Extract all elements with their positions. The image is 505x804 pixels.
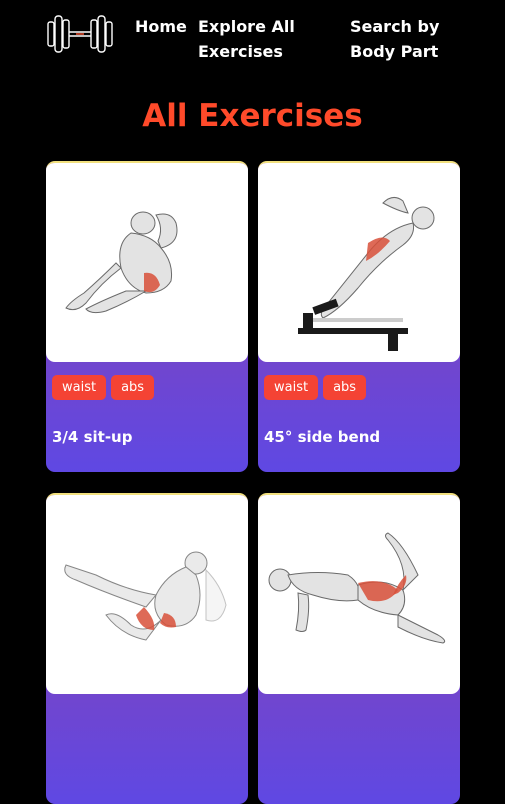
- exercise-card[interactable]: [46, 493, 248, 804]
- air-bike-illustration-icon: [64, 551, 227, 641]
- exercise-card[interactable]: waist abs 45° side bend: [258, 161, 460, 472]
- exercise-image: [258, 495, 460, 694]
- tag-list: waist abs: [52, 375, 159, 403]
- exercise-card[interactable]: waist abs 3/4 sit-up: [46, 161, 248, 472]
- sit-up-illustration-icon: [65, 211, 178, 314]
- exercise-card[interactable]: [258, 493, 460, 804]
- nav-home-link[interactable]: Home: [135, 14, 190, 39]
- nav-search-body-part-link[interactable]: Search by Body Part: [350, 14, 490, 64]
- exercise-image: [46, 163, 248, 362]
- tag-waist[interactable]: waist: [264, 375, 319, 400]
- tag-abs[interactable]: abs: [323, 375, 367, 400]
- exercise-image: [258, 163, 460, 362]
- exercise-name: 45° side bend: [264, 428, 381, 446]
- side-bend-illustration-icon: [298, 197, 435, 351]
- nav-explore-link[interactable]: Explore All Exercises: [198, 14, 308, 64]
- exercise-name: 3/4 sit-up: [52, 428, 133, 446]
- kneeling-kickback-illustration-icon: [268, 532, 446, 644]
- navbar: Home Explore All Exercises Search by Bod…: [0, 0, 505, 80]
- page-title: All Exercises: [142, 98, 363, 134]
- tag-list: waist abs: [264, 375, 371, 403]
- exercise-image: [46, 495, 248, 694]
- dumbbell-logo[interactable]: [46, 12, 114, 56]
- dumbbell-icon: [47, 15, 113, 53]
- tag-waist[interactable]: waist: [52, 375, 107, 400]
- tag-abs[interactable]: abs: [111, 375, 155, 400]
